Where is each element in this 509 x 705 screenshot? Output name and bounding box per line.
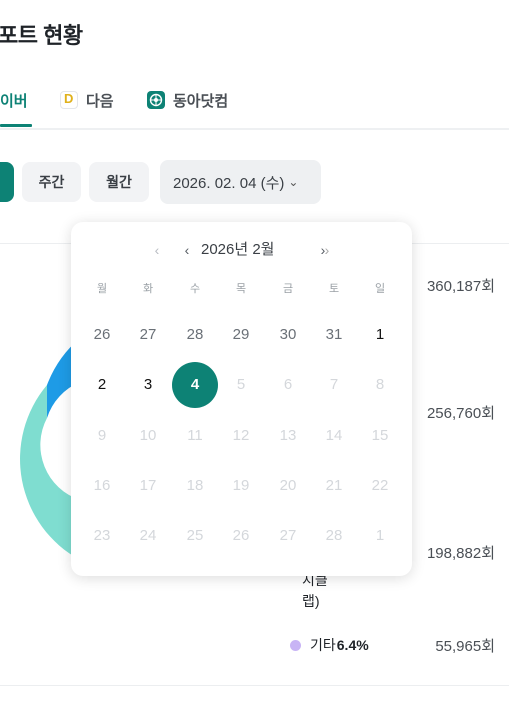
calendar-day: 24 <box>139 527 157 544</box>
calendar-day[interactable]: 30 <box>268 315 308 355</box>
calendar-day: 18 <box>186 477 204 494</box>
monthly-button[interactable]: 월간 <box>89 162 149 202</box>
tab-donga[interactable]: 동아닷컴 <box>147 90 228 128</box>
calendar-day: 23 <box>93 527 111 544</box>
calendar-day: 26 <box>232 527 250 544</box>
calendar-day-selected[interactable]: 4 <box>172 362 218 408</box>
calendar-day: 16 <box>93 477 111 494</box>
legend-dot <box>290 639 301 651</box>
weekday-label: 화 <box>142 283 154 295</box>
calendar-day: 25 <box>186 527 204 544</box>
tab-donga-label: 동아닷컴 <box>173 93 229 110</box>
calendar-day: 27 <box>279 527 297 544</box>
weekday-label: 토 <box>328 283 340 295</box>
calendar-day: 10 <box>139 427 157 444</box>
calendar-day[interactable]: 31 <box>314 315 354 355</box>
weekday-label: 목 <box>235 283 247 295</box>
calendar-day: 11 <box>187 427 203 444</box>
weekly-button[interactable]: 주간 <box>22 162 81 202</box>
stat-count: 198,882회 <box>426 545 495 562</box>
calendar-day: 6 <box>283 376 293 393</box>
stat-count: 360,187회 <box>426 278 495 295</box>
chevron-down-icon: ⌄ <box>288 175 299 189</box>
calendar-popup: ‹ ‹ 2026년 2월 › › 월 화 수 목 금 토 일 26 27 28 29 30 31 1 2 3 4… <box>71 222 412 576</box>
tab-daum[interactable]: D 다음 <box>60 90 114 128</box>
weekday-label: 월 <box>96 283 108 295</box>
calendar-day: 1 <box>375 527 385 544</box>
stat-count: 55,965회 <box>435 638 495 655</box>
next-year-icon[interactable]: › <box>319 240 335 260</box>
calendar-day[interactable]: 2 <box>82 365 122 405</box>
tab-naver[interactable]: 이버 <box>0 90 32 128</box>
calendar-day: 13 <box>279 427 297 444</box>
calendar-day: 20 <box>279 477 297 494</box>
daily-button[interactable] <box>0 162 14 202</box>
legend-label-wrapped: 지클 랩) <box>302 570 328 612</box>
calendar-month-label: 2026년 2월 <box>201 241 275 258</box>
section-divider <box>0 685 509 686</box>
donga-logo-icon <box>147 91 165 109</box>
legend-item-etc: 기타 6.4% <box>290 635 369 655</box>
calendar-day: 17 <box>139 477 157 494</box>
daum-logo-icon: D <box>60 91 78 109</box>
tab-daum-label: 다음 <box>86 93 114 110</box>
calendar-day[interactable]: 28 <box>175 315 215 355</box>
legend-label-line: 랩) <box>302 593 320 609</box>
calendar-day: 19 <box>232 477 250 494</box>
stat-count: 256,760회 <box>426 405 495 422</box>
calendar-day: 15 <box>371 427 389 444</box>
calendar-day: 9 <box>97 427 107 444</box>
weekday-label: 금 <box>282 283 294 295</box>
legend-name: 기타 <box>310 637 336 653</box>
calendar-day: 22 <box>371 477 389 494</box>
prev-year-icon[interactable]: ‹ <box>149 240 165 260</box>
weekday-label: 일 <box>374 283 386 295</box>
tab-naver-label: 이버 <box>0 93 28 110</box>
prev-month-icon[interactable]: ‹ <box>179 240 195 260</box>
calendar-day: 14 <box>325 427 343 444</box>
calendar-day: 12 <box>232 427 250 444</box>
calendar-day[interactable]: 3 <box>128 365 168 405</box>
calendar-day[interactable]: 29 <box>221 315 261 355</box>
calendar-day: 28 <box>325 527 343 544</box>
calendar-day: 5 <box>236 376 246 393</box>
legend-percent: 6.4% <box>336 637 369 653</box>
portal-tabs: 이버 D 다음 동아닷컴 <box>0 88 509 130</box>
calendar-day: 21 <box>325 477 343 494</box>
calendar-day: 8 <box>375 376 385 393</box>
calendar-day: 7 <box>329 376 339 393</box>
calendar-day[interactable]: 27 <box>128 315 168 355</box>
tab-active-underline <box>0 124 32 127</box>
page-title: 포트 현황 <box>0 23 83 48</box>
calendar-day[interactable]: 1 <box>360 315 400 355</box>
date-picker-select[interactable]: 2026. 02. 04 (수) ⌄ <box>160 160 321 204</box>
weekday-label: 수 <box>189 283 201 295</box>
date-picker-value: 2026. 02. 04 (수) <box>173 174 285 192</box>
calendar-day[interactable]: 26 <box>82 315 122 355</box>
